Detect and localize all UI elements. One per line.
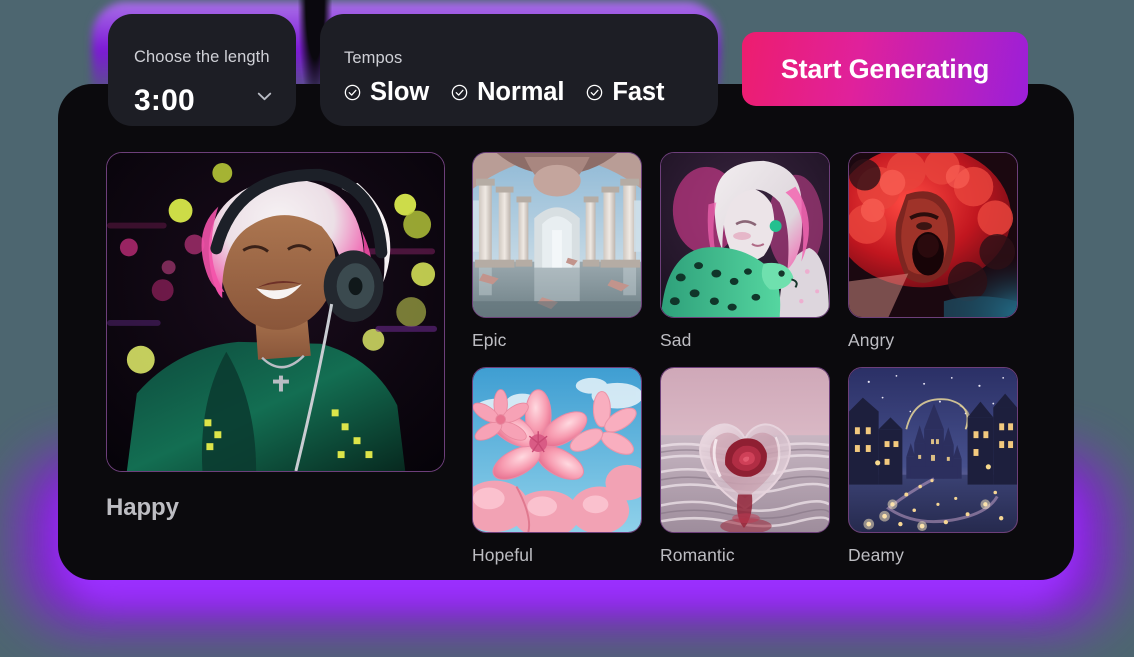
tempo-options: Slow Normal Fast <box>344 78 665 106</box>
length-card: Choose the length 3:00 <box>108 14 296 126</box>
length-value: 3:00 <box>134 84 195 117</box>
mood-selector-widget: Happy Epic Sad Angry Hopeful Romantic De… <box>0 0 1134 657</box>
tempo-option-normal[interactable]: Normal <box>451 78 564 106</box>
sad-illustration <box>661 153 829 317</box>
romantic-illustration <box>661 368 829 532</box>
mood-thumbnail-sad <box>660 152 830 318</box>
mood-label-hopeful: Hopeful <box>472 545 534 565</box>
check-circle-icon[interactable] <box>586 84 603 101</box>
mood-label-deamy: Deamy <box>848 545 904 565</box>
tempo-card: Tempos Slow Normal Fast <box>320 14 718 126</box>
tempo-option-label: Normal <box>477 78 565 106</box>
mood-thumbnail-deamy <box>848 367 1018 533</box>
chevron-down-icon[interactable] <box>257 92 272 101</box>
happy-illustration <box>107 153 444 471</box>
mood-card-sad[interactable]: Sad <box>660 152 830 351</box>
length-card-label: Choose the length <box>134 48 270 66</box>
check-circle-icon[interactable] <box>344 84 361 101</box>
hopeful-illustration <box>473 368 641 532</box>
tempo-option-label: Slow <box>370 78 430 106</box>
hero-mood-thumbnail-happy[interactable] <box>106 152 445 472</box>
deamy-illustration <box>849 368 1017 532</box>
start-generating-button[interactable]: Start Generating <box>742 32 1028 106</box>
check-circle-icon[interactable] <box>451 84 468 101</box>
mood-label-sad: Sad <box>660 330 692 350</box>
mood-card-angry[interactable]: Angry <box>848 152 1018 351</box>
main-panel: Happy Epic Sad Angry Hopeful Romantic De… <box>58 84 1074 580</box>
mood-thumbnail-hopeful <box>472 367 642 533</box>
tempo-card-label: Tempos <box>344 49 403 67</box>
mood-thumbnail-angry <box>848 152 1018 318</box>
angry-illustration <box>849 153 1017 317</box>
tempo-option-label: Fast <box>612 78 665 106</box>
mood-label-romantic: Romantic <box>660 545 735 565</box>
mood-label-angry: Angry <box>848 330 895 350</box>
mood-card-deamy[interactable]: Deamy <box>848 367 1018 566</box>
tempo-option-slow[interactable]: Slow <box>344 78 429 106</box>
mood-card-romantic[interactable]: Romantic <box>660 367 830 566</box>
tempo-option-fast[interactable]: Fast <box>586 78 665 106</box>
mood-label-epic: Epic <box>472 330 507 350</box>
mood-card-hopeful[interactable]: Hopeful <box>472 367 642 566</box>
epic-illustration <box>473 153 641 317</box>
mood-grid: Epic Sad Angry Hopeful Romantic Deamy <box>472 152 1036 566</box>
mood-thumbnail-romantic <box>660 367 830 533</box>
mood-thumbnail-epic <box>472 152 642 318</box>
mood-card-epic[interactable]: Epic <box>472 152 642 351</box>
hero-mood-label: Happy <box>106 494 179 521</box>
